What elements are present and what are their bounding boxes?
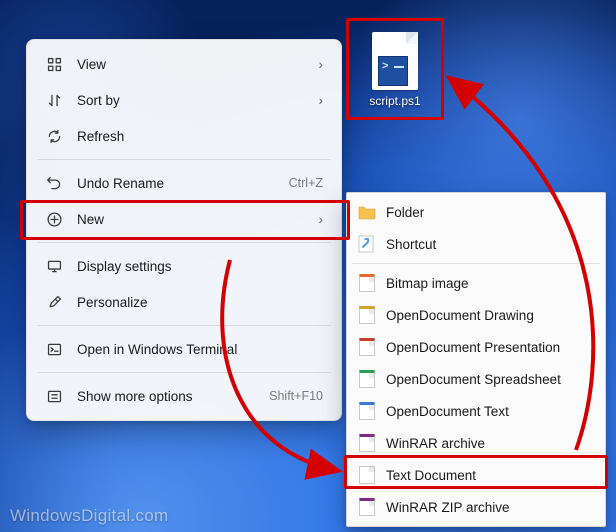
- submenu-label: OpenDocument Drawing: [386, 308, 592, 323]
- chevron-right-icon: ›: [309, 93, 323, 108]
- menu-separator: [37, 159, 331, 160]
- menu-label: New: [77, 212, 295, 227]
- sort-icon: [45, 91, 63, 109]
- submenu-label: OpenDocument Spreadsheet: [386, 372, 592, 387]
- desktop-file-icon[interactable]: script.ps1: [354, 32, 436, 108]
- menu-label: Display settings: [77, 259, 323, 274]
- submenu-label: WinRAR archive: [386, 436, 592, 451]
- menu-shortcut: Ctrl+Z: [289, 176, 323, 190]
- submenu-label: Folder: [386, 205, 592, 220]
- menu-sort-by[interactable]: Sort by ›: [33, 82, 335, 118]
- menu-label: Sort by: [77, 93, 295, 108]
- submenu-shortcut[interactable]: Shortcut: [350, 228, 602, 260]
- menu-display-settings[interactable]: Display settings: [33, 248, 335, 284]
- submenu-od-presentation[interactable]: OpenDocument Presentation: [350, 331, 602, 363]
- menu-label: Show more options: [77, 389, 255, 404]
- menu-label: View: [77, 57, 295, 72]
- more-icon: [45, 387, 63, 405]
- submenu-label: OpenDocument Presentation: [386, 340, 592, 355]
- new-submenu: Folder Shortcut Bitmap image OpenDocumen…: [346, 192, 606, 527]
- powershell-file-icon: [372, 32, 418, 90]
- submenu-text-document[interactable]: Text Document: [350, 459, 602, 491]
- submenu-label: Shortcut: [386, 237, 592, 252]
- menu-show-more-options[interactable]: Show more options Shift+F10: [33, 378, 335, 414]
- chevron-right-icon: ›: [309, 212, 323, 227]
- display-icon: [45, 257, 63, 275]
- submenu-label: WinRAR ZIP archive: [386, 500, 592, 515]
- menu-separator: [37, 242, 331, 243]
- folder-icon: [358, 203, 376, 221]
- terminal-icon: [45, 340, 63, 358]
- plus-icon: [45, 210, 63, 228]
- submenu-label: OpenDocument Text: [386, 404, 592, 419]
- file-icon: [358, 306, 376, 324]
- undo-icon: [45, 174, 63, 192]
- desktop-context-menu: View › Sort by › Refresh Undo Rename Ctr…: [26, 39, 342, 421]
- menu-undo-rename[interactable]: Undo Rename Ctrl+Z: [33, 165, 335, 201]
- file-icon: [358, 434, 376, 452]
- menu-label: Refresh: [77, 129, 323, 144]
- file-icon: [358, 274, 376, 292]
- menu-separator: [37, 325, 331, 326]
- brush-icon: [45, 293, 63, 311]
- menu-view[interactable]: View ›: [33, 46, 335, 82]
- menu-refresh[interactable]: Refresh: [33, 118, 335, 154]
- file-icon: [358, 338, 376, 356]
- submenu-label: Bitmap image: [386, 276, 592, 291]
- file-icon: [358, 498, 376, 516]
- submenu-od-drawing[interactable]: OpenDocument Drawing: [350, 299, 602, 331]
- desktop-file-label: script.ps1: [354, 94, 436, 108]
- file-icon: [358, 370, 376, 388]
- submenu-folder[interactable]: Folder: [350, 196, 602, 228]
- submenu-od-spreadsheet[interactable]: OpenDocument Spreadsheet: [350, 363, 602, 395]
- menu-label: Personalize: [77, 295, 323, 310]
- submenu-winrar[interactable]: WinRAR archive: [350, 427, 602, 459]
- file-icon: [358, 402, 376, 420]
- menu-label: Undo Rename: [77, 176, 275, 191]
- menu-personalize[interactable]: Personalize: [33, 284, 335, 320]
- submenu-bitmap[interactable]: Bitmap image: [350, 267, 602, 299]
- watermark: WindowsDigital.com: [10, 506, 168, 526]
- submenu-label: Text Document: [386, 468, 592, 483]
- menu-shortcut: Shift+F10: [269, 389, 323, 403]
- shortcut-icon: [358, 235, 376, 253]
- menu-label: Open in Windows Terminal: [77, 342, 323, 357]
- grid-icon: [45, 55, 63, 73]
- menu-separator: [37, 372, 331, 373]
- refresh-icon: [45, 127, 63, 145]
- chevron-right-icon: ›: [309, 57, 323, 72]
- menu-new[interactable]: New ›: [33, 201, 335, 237]
- submenu-separator: [352, 263, 600, 264]
- submenu-winrar-zip[interactable]: WinRAR ZIP archive: [350, 491, 602, 523]
- menu-open-terminal[interactable]: Open in Windows Terminal: [33, 331, 335, 367]
- file-icon: [358, 466, 376, 484]
- submenu-od-text[interactable]: OpenDocument Text: [350, 395, 602, 427]
